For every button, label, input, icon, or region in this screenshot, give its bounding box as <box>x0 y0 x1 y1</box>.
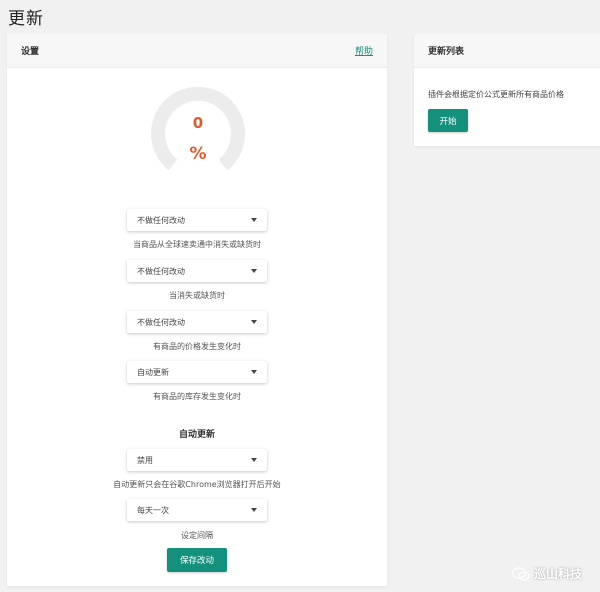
rule-caption: 当消失或缺货时 <box>169 291 225 300</box>
update-list-header: 更新列表 <box>414 34 600 68</box>
rule-select-disappear-aliexpress[interactable]: 不做任何改动 <box>127 209 267 231</box>
settings-card-header: 设置 帮助 <box>7 34 387 68</box>
rule-select-stock-change[interactable]: 自动更新 <box>127 361 267 383</box>
rule-select-disappear[interactable]: 不做任何改动 <box>127 260 267 282</box>
select-value: 不做任何改动 <box>137 317 185 327</box>
interval-caption: 设定间隔 <box>181 531 213 540</box>
select-value: 不做任何改动 <box>137 215 185 225</box>
caret-down-icon <box>251 218 257 222</box>
progress-gauge: 0 % <box>148 80 248 180</box>
page-title: 更新 <box>8 9 44 29</box>
caret-down-icon <box>251 458 257 462</box>
start-button[interactable]: 开始 <box>428 109 468 132</box>
caret-down-icon <box>251 370 257 374</box>
interval-select[interactable]: 每天一次 <box>127 499 267 521</box>
save-button[interactable]: 保存改动 <box>167 548 227 572</box>
select-value: 不做任何改动 <box>137 266 185 276</box>
wechat-icon <box>511 566 530 581</box>
auto-update-title: 自动更新 <box>178 430 215 440</box>
select-value: 自动更新 <box>137 367 169 377</box>
gauge-value: 0 <box>192 114 204 132</box>
caret-down-icon <box>251 269 257 273</box>
update-list-card: 更新列表 插件会根据定价公式更新所有商品价格 开始 <box>414 34 600 146</box>
watermark-text: 巡山科技 <box>533 567 582 581</box>
help-link[interactable]: 帮助 <box>355 44 373 57</box>
rule-caption: 有商品的库存发生变化时 <box>153 392 241 401</box>
rule-select-price-change[interactable]: 不做任何改动 <box>127 311 267 333</box>
rule-caption: 当商品从全球速卖通中消失或缺货时 <box>133 240 261 249</box>
caret-down-icon <box>251 508 257 512</box>
watermark: 巡山科技 <box>511 565 582 582</box>
settings-card: 设置 帮助 0 % 不做任何改动 当商品从全球速卖通中消失或缺货时 不做任何改动… <box>7 34 387 586</box>
gauge-unit: % <box>189 144 207 164</box>
caret-down-icon <box>251 320 257 324</box>
auto-update-mode-caption: 自动更新只会在谷歌Chrome浏览器打开后开始 <box>113 480 281 489</box>
update-list-description: 插件会根据定价公式更新所有商品价格 <box>428 90 564 99</box>
update-list-title: 更新列表 <box>428 47 465 57</box>
select-value: 每天一次 <box>137 505 169 515</box>
settings-title: 设置 <box>21 47 40 57</box>
auto-update-mode-select[interactable]: 禁用 <box>127 449 267 471</box>
rule-caption: 有商品的价格发生变化时 <box>153 342 241 351</box>
select-value: 禁用 <box>137 455 153 465</box>
